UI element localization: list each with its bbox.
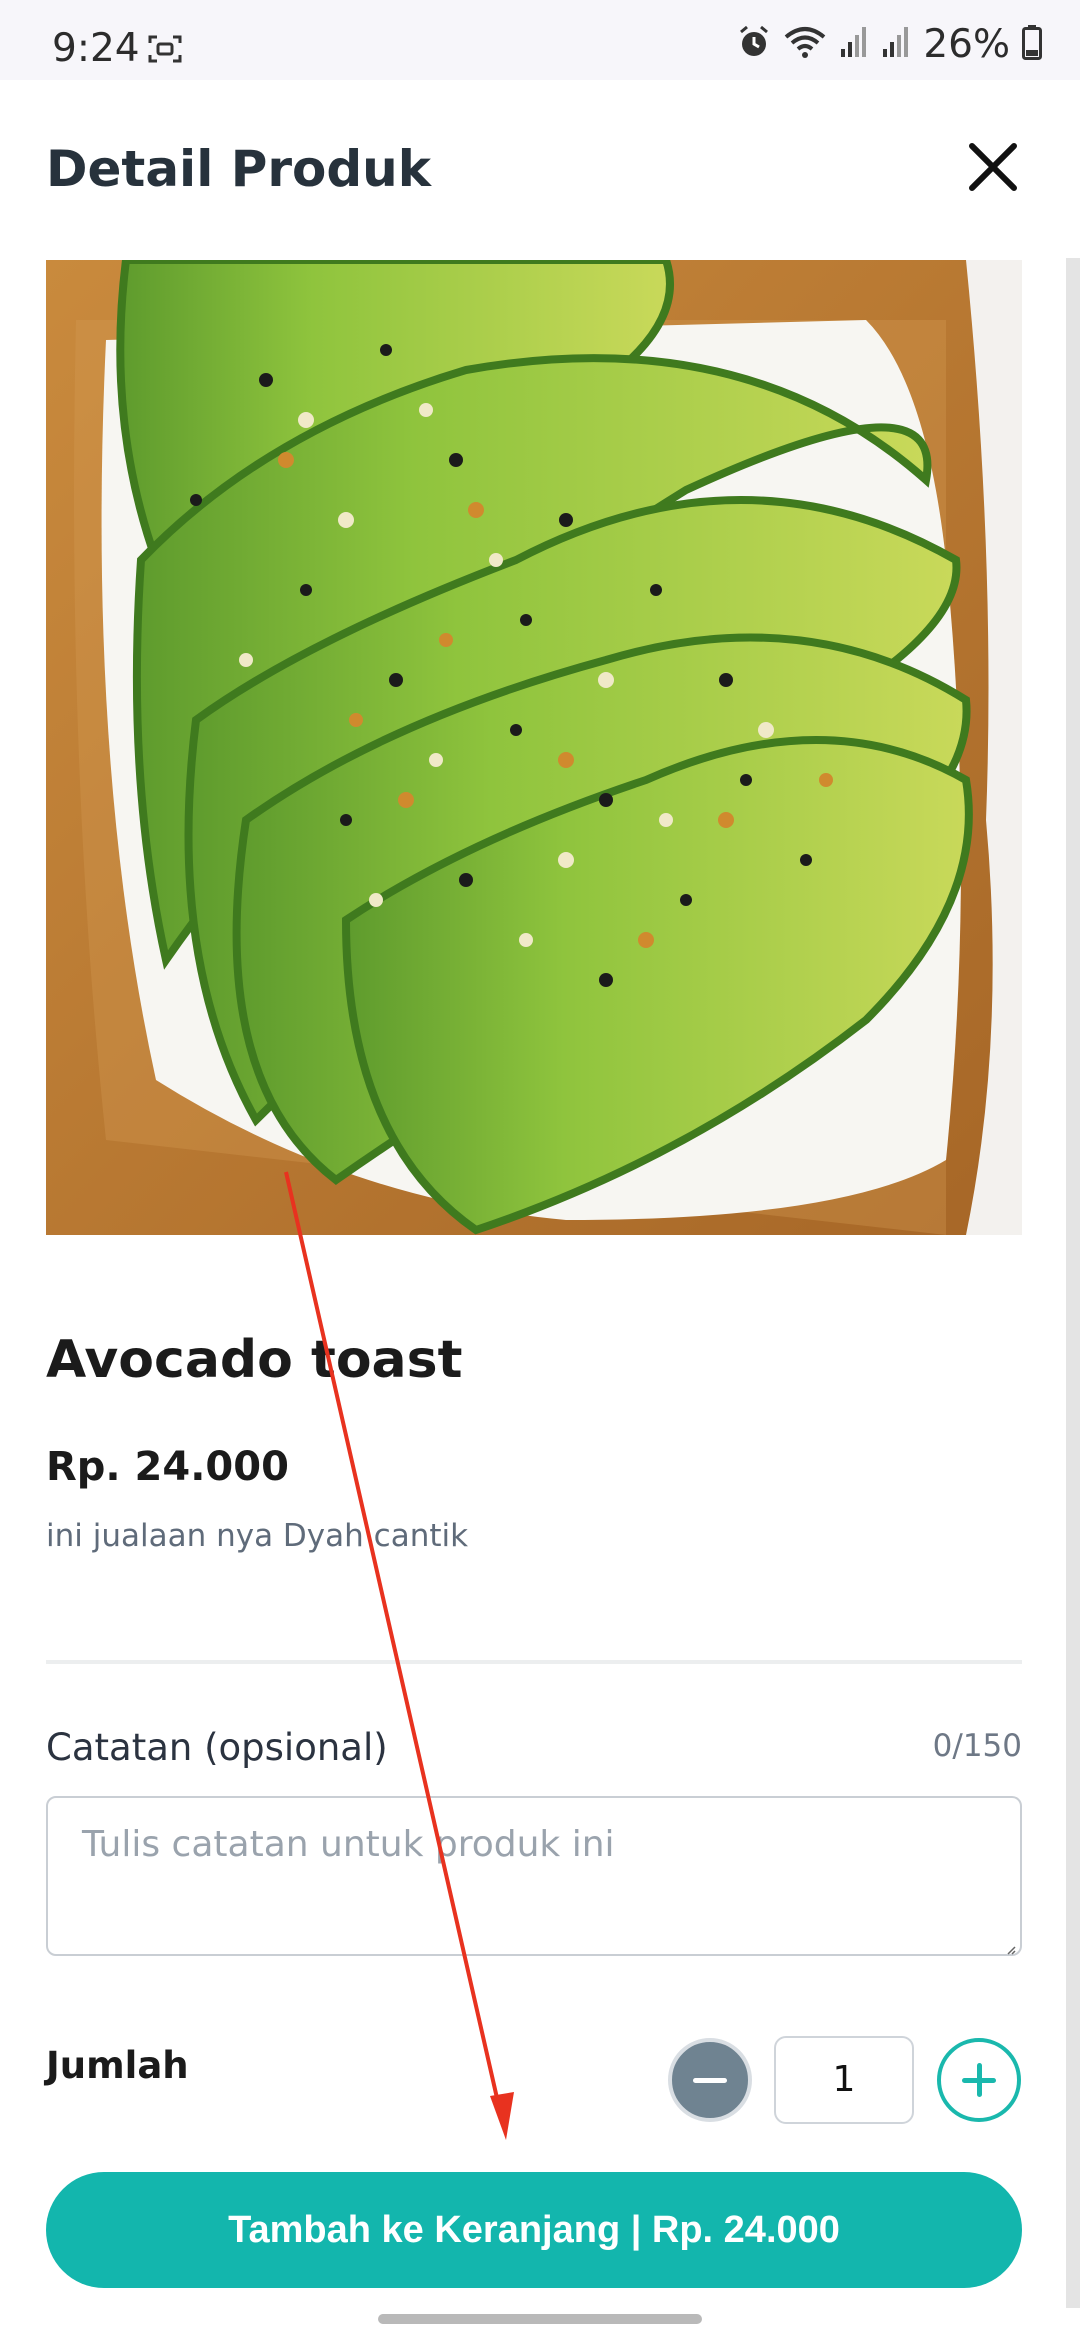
status-bar: 9:24 26% xyxy=(0,0,1080,80)
status-time: 9:24 xyxy=(52,26,140,71)
status-icons: 26% xyxy=(737,21,1042,67)
battery-icon xyxy=(1022,24,1042,64)
close-button[interactable] xyxy=(958,132,1028,202)
wifi-icon xyxy=(783,24,827,64)
notes-field-container xyxy=(46,1796,1022,1956)
notes-label: Catatan (opsional) xyxy=(46,1726,388,1769)
screen-record-icon xyxy=(148,34,182,68)
close-icon xyxy=(969,143,1017,191)
add-to-cart-button[interactable]: Tambah ke Keranjang | Rp. 24.000 xyxy=(46,2172,1022,2288)
signal-icon xyxy=(839,25,869,63)
product-price: Rp. 24.000 xyxy=(46,1444,289,1490)
decrease-quantity-button[interactable] xyxy=(668,2038,752,2122)
increase-quantity-button[interactable] xyxy=(937,2038,1021,2122)
scrollbar[interactable] xyxy=(1066,258,1080,2308)
notes-input[interactable] xyxy=(48,1798,1020,1954)
signal-icon xyxy=(881,25,911,63)
minus-icon xyxy=(693,2078,727,2083)
quantity-value[interactable]: 1 xyxy=(774,2036,914,2124)
quantity-label: Jumlah xyxy=(46,2044,189,2087)
product-image xyxy=(46,260,1022,1235)
product-name: Avocado toast xyxy=(46,1330,463,1390)
battery-percent: 26% xyxy=(923,21,1010,67)
home-indicator[interactable] xyxy=(378,2314,702,2324)
header: Detail Produk xyxy=(0,80,1080,260)
alarm-icon xyxy=(737,24,771,64)
notes-character-counter: 0/150 xyxy=(932,1728,1022,1764)
page-title: Detail Produk xyxy=(46,140,432,198)
resize-grip-icon[interactable] xyxy=(1006,1940,1016,1955)
product-description: ini jualaan nya Dyah cantik xyxy=(46,1518,469,1554)
divider xyxy=(46,1660,1022,1664)
